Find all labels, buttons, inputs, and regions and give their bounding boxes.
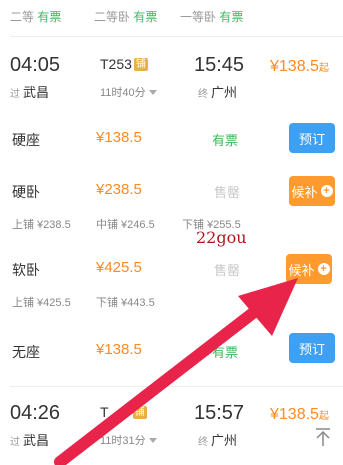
- train-number-text: T: [100, 404, 109, 420]
- price-suffix: 起: [318, 411, 329, 422]
- top-seat-1: 二等 有票: [10, 8, 61, 25]
- lowest-price: ¥138.5起: [270, 406, 329, 424]
- train-number: T253 铺: [100, 56, 148, 72]
- seat-name: 软卧: [12, 262, 40, 278]
- arrival-station-name: 广州: [211, 433, 238, 448]
- seat-row-soft-sleeper: 软卧 ¥425.5 售罄 候补 + 上铺 ¥425.5 下铺 ¥443.5: [0, 254, 343, 316]
- berth-price-upper: 上铺 ¥425.5: [12, 297, 71, 309]
- train-row-1[interactable]: 04:05 过武昌 T253 铺 11时40分 15:45 终广州 ¥138.5起: [0, 40, 343, 110]
- arrow-up-icon: [316, 428, 330, 446]
- scroll-to-top-icon[interactable]: [312, 426, 334, 448]
- seat-row-hard-sleeper: 硬卧 ¥238.5 售罄 候补 + 上铺 ¥238.5 中铺 ¥246.5 下铺 …: [0, 176, 343, 236]
- seat-status: 有票: [212, 133, 239, 148]
- waitlist-label: 候补: [291, 184, 318, 200]
- arrival-time: 15:45: [194, 54, 245, 76]
- seat-class-label: 一等卧: [180, 10, 217, 24]
- pass-tag: 过: [10, 437, 20, 448]
- book-button[interactable]: 预订: [289, 333, 335, 363]
- seat-row-hard-seat: 硬座 ¥138.5 有票 预订: [0, 120, 343, 156]
- lowest-price: ¥138.5起: [270, 58, 329, 76]
- seat-status: 售罄: [214, 263, 241, 278]
- terminal-tag: 终: [198, 89, 208, 100]
- price-text: ¥138.5: [270, 58, 319, 75]
- arrival-station-name: 广州: [211, 85, 238, 100]
- train-row-2[interactable]: 04:26 过武昌 T铺 11时31分 15:57 终广州 ¥138.5起: [0, 390, 343, 465]
- seat-name: 硬座: [12, 132, 40, 148]
- waitlist-button[interactable]: 候补 +: [286, 254, 332, 284]
- berth-price-upper: 上铺 ¥238.5: [12, 219, 71, 231]
- train-number: T铺: [100, 404, 147, 420]
- plus-circle-icon: +: [317, 263, 330, 275]
- seat-row-no-seat: 无座 ¥138.5 有票 预订: [0, 332, 343, 368]
- departure-station: 过武昌: [10, 430, 49, 450]
- seat-price: ¥138.5: [96, 129, 142, 146]
- duration-text: 11时40分: [100, 87, 146, 99]
- top-seat-2: 二等卧 有票: [94, 8, 157, 25]
- berth-badge: 铺: [133, 58, 148, 71]
- divider: [10, 36, 343, 37]
- departure-station-name: 武昌: [23, 433, 50, 448]
- chevron-down-icon: [148, 90, 157, 95]
- seat-status: 售罄: [214, 185, 241, 200]
- divider: [10, 386, 343, 387]
- chevron-down-icon: [148, 438, 157, 443]
- departure-time: 04:26: [10, 402, 61, 424]
- seat-status: 有票: [219, 10, 244, 24]
- departure-time: 04:05: [10, 54, 61, 76]
- pass-tag: 过: [10, 89, 20, 100]
- seat-status: 有票: [37, 10, 62, 24]
- seat-name: 硬卧: [12, 184, 40, 200]
- duration[interactable]: 11时31分: [100, 432, 157, 448]
- top-seat-3: 一等卧 有票: [180, 8, 243, 25]
- waitlist-label: 候补: [288, 262, 315, 278]
- seat-status: 有票: [133, 10, 158, 24]
- price-suffix: 起: [318, 63, 329, 74]
- seat-price: ¥425.5: [96, 259, 142, 276]
- seat-status: 有票: [212, 345, 239, 360]
- seat-class-label: 二等卧: [94, 10, 131, 24]
- seat-name: 无座: [12, 344, 40, 360]
- waitlist-button[interactable]: 候补 +: [289, 176, 335, 206]
- watermark: 22gou: [196, 228, 247, 247]
- duration[interactable]: 11时40分: [100, 84, 157, 100]
- berth-price-lower: 下铺 ¥443.5: [96, 297, 155, 309]
- seat-price: ¥138.5: [96, 341, 142, 358]
- arrival-station: 终广州: [198, 82, 237, 102]
- departure-station-name: 武昌: [23, 85, 50, 100]
- book-button[interactable]: 预订: [289, 123, 335, 153]
- berth-price-middle: 中铺 ¥246.5: [96, 219, 155, 231]
- seat-class-label: 二等: [10, 10, 35, 24]
- departure-station: 过武昌: [10, 82, 49, 102]
- train-number-text: T253: [100, 56, 132, 72]
- price-text: ¥138.5: [270, 406, 319, 423]
- terminal-tag: 终: [198, 437, 208, 448]
- seat-price: ¥238.5: [96, 181, 142, 198]
- arrival-station: 终广州: [198, 430, 237, 450]
- plus-circle-icon: +: [320, 185, 333, 197]
- arrival-time: 15:57: [194, 402, 245, 424]
- berth-badge: 铺: [132, 406, 147, 419]
- duration-text: 11时31分: [100, 435, 146, 447]
